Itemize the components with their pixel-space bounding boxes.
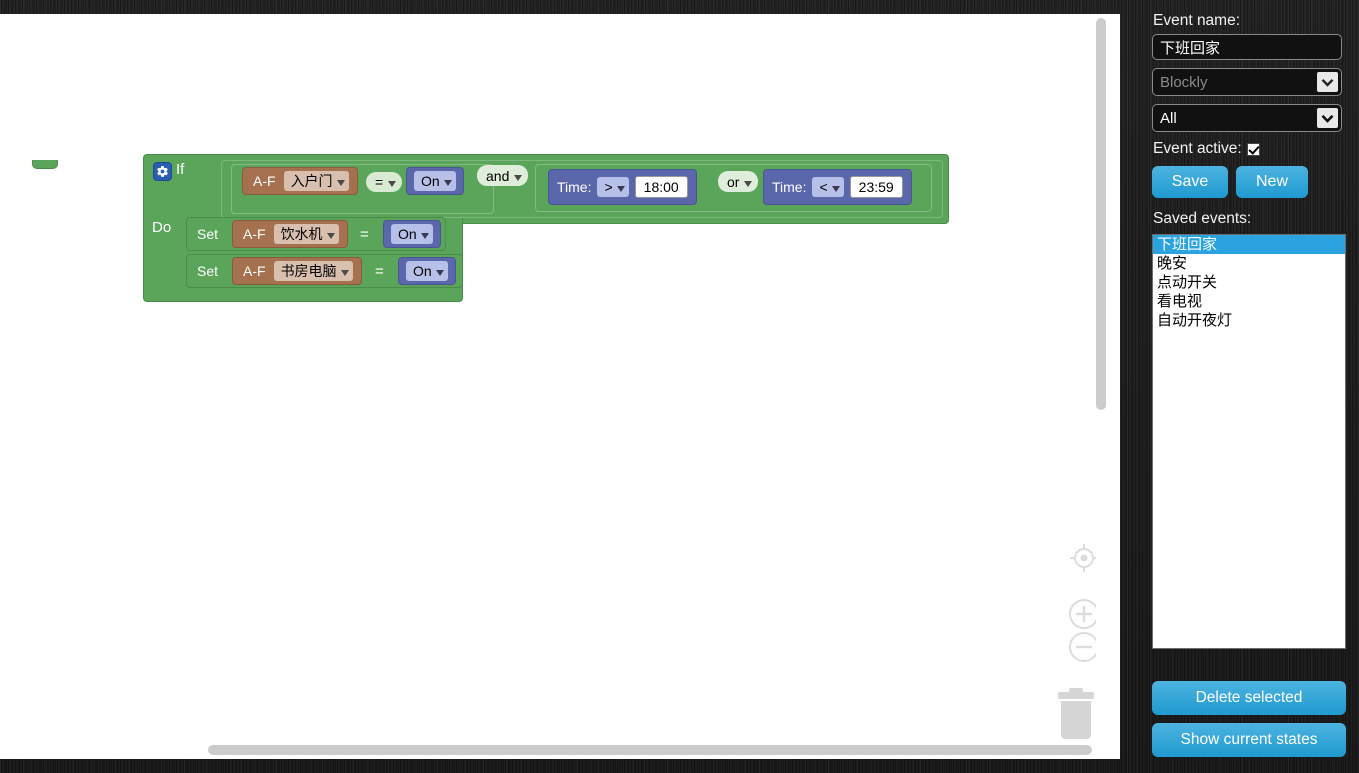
state-value-2: On: [398, 226, 417, 242]
time-label-2: Time:: [772, 179, 807, 195]
time-value-field-2[interactable]: 23:59: [849, 176, 903, 198]
save-button[interactable]: Save: [1152, 166, 1228, 198]
new-button[interactable]: New: [1236, 166, 1308, 198]
editor-type-value: Blockly: [1160, 73, 1208, 91]
workspace-vertical-scrollbar[interactable]: [1096, 18, 1106, 755]
event-editor-panel: Event name: Blockly All Event active: Sa…: [1134, 0, 1359, 773]
panel-bottom-buttons: Delete selected Show current states: [1152, 681, 1346, 757]
device-prefix: A-F: [253, 173, 276, 189]
list-item[interactable]: 点动开关: [1153, 273, 1345, 292]
chevron-down-icon: [336, 173, 345, 189]
workspace-horizontal-scrollbar-thumb[interactable]: [208, 745, 1092, 755]
saved-events-label: Saved events:: [1153, 210, 1252, 227]
logic-joiner-or[interactable]: or: [718, 171, 759, 192]
time-operator-value-1: >: [604, 179, 613, 195]
workspace-vertical-scrollbar-thumb[interactable]: [1096, 18, 1106, 410]
set-label-2: Set: [197, 263, 219, 279]
chevron-down-icon: [831, 179, 840, 195]
state-block-3[interactable]: On: [398, 257, 456, 285]
set-operator-1: =: [360, 226, 369, 243]
time-operator-dropdown-1[interactable]: >: [597, 177, 629, 197]
chevron-down-icon: [1317, 108, 1338, 128]
blockly-workspace[interactable]: If Do A-F 入户门 = On and Time: > 18:00 or …: [0, 14, 1120, 759]
saved-events-list[interactable]: 下班回家 晚安 点动开关 看电视 自动开夜灯: [1152, 234, 1346, 649]
chevron-down-icon: [514, 168, 523, 184]
chevron-down-icon: [435, 263, 444, 279]
device-prefix-2: A-F: [243, 263, 266, 279]
chevron-down-icon: [326, 226, 335, 242]
gear-icon[interactable]: [153, 162, 172, 181]
trash-body: [1061, 701, 1091, 739]
device-name-value-2: 书房电脑: [280, 263, 337, 279]
event-active-row: Event active:: [1153, 140, 1339, 158]
device-block-study-computer[interactable]: A-F 书房电脑: [232, 257, 362, 285]
logic-joiner-value: and: [486, 167, 510, 184]
logic-joiner-value-2: or: [727, 173, 740, 190]
list-item[interactable]: 自动开夜灯: [1153, 311, 1345, 330]
panel-action-buttons: Save New: [1152, 166, 1339, 198]
delete-selected-button[interactable]: Delete selected: [1152, 681, 1346, 715]
event-filter-value: All: [1160, 109, 1177, 127]
app-root: If Do A-F 入户门 = On and Time: > 18:00 or …: [0, 0, 1359, 773]
time-value-field-1[interactable]: 18:00: [634, 176, 688, 198]
device-name-value-1: 饮水机: [280, 226, 323, 242]
chevron-down-icon: [744, 174, 753, 190]
chevron-down-icon: [420, 226, 429, 242]
operator-value: =: [375, 174, 384, 190]
operator-dropdown-1[interactable]: =: [366, 172, 403, 192]
device-name-dropdown[interactable]: 入户门: [283, 171, 349, 191]
chevron-down-icon: [443, 173, 452, 189]
device-prefix-1: A-F: [243, 226, 266, 242]
device-block-entrance-door[interactable]: A-F 入户门: [242, 167, 358, 195]
time-operator-dropdown-2[interactable]: <: [812, 177, 844, 197]
workspace-horizontal-scrollbar[interactable]: [0, 745, 1100, 755]
event-name-label: Event name:: [1153, 12, 1241, 29]
time-operator-value-2: <: [819, 179, 828, 195]
list-item[interactable]: 下班回家: [1153, 235, 1345, 254]
show-current-states-button[interactable]: Show current states: [1152, 723, 1346, 757]
trash-lid: [1058, 692, 1094, 699]
device-name-dropdown-1[interactable]: 饮水机: [273, 224, 339, 244]
chevron-down-icon: [616, 179, 625, 195]
event-active-label: Event active:: [1153, 140, 1242, 157]
if-label: If: [176, 161, 185, 178]
set-label-1: Set: [197, 226, 219, 242]
state-value-3: On: [413, 263, 432, 279]
chevron-down-icon: [388, 174, 397, 190]
do-label: Do: [152, 219, 172, 236]
if-block-bottom-notch: [32, 160, 58, 169]
editor-type-select[interactable]: Blockly: [1152, 68, 1342, 96]
device-name-value: 入户门: [290, 173, 333, 189]
event-name-input[interactable]: [1152, 34, 1342, 60]
device-block-water-dispenser[interactable]: A-F 饮水机: [232, 220, 348, 248]
chevron-down-icon: [1317, 72, 1338, 92]
event-active-checkbox[interactable]: [1246, 142, 1260, 156]
time-block-2[interactable]: Time: < 23:59: [763, 169, 912, 205]
state-dropdown-3[interactable]: On: [406, 261, 448, 281]
state-block-2[interactable]: On: [383, 220, 441, 248]
device-name-dropdown-2[interactable]: 书房电脑: [273, 261, 353, 281]
logic-joiner-and[interactable]: and: [477, 165, 529, 186]
list-item[interactable]: 看电视: [1153, 292, 1345, 311]
list-item[interactable]: 晚安: [1153, 254, 1345, 273]
trash-can-icon[interactable]: [1058, 688, 1094, 740]
event-filter-select[interactable]: All: [1152, 104, 1342, 132]
time-block-1[interactable]: Time: > 18:00: [548, 169, 697, 205]
chevron-down-icon: [340, 263, 349, 279]
state-dropdown-1[interactable]: On: [414, 171, 456, 191]
state-dropdown-2[interactable]: On: [391, 224, 433, 244]
set-operator-2: =: [375, 263, 384, 280]
state-block-1[interactable]: On: [406, 167, 464, 195]
state-value: On: [421, 173, 440, 189]
time-label-1: Time:: [557, 179, 592, 195]
